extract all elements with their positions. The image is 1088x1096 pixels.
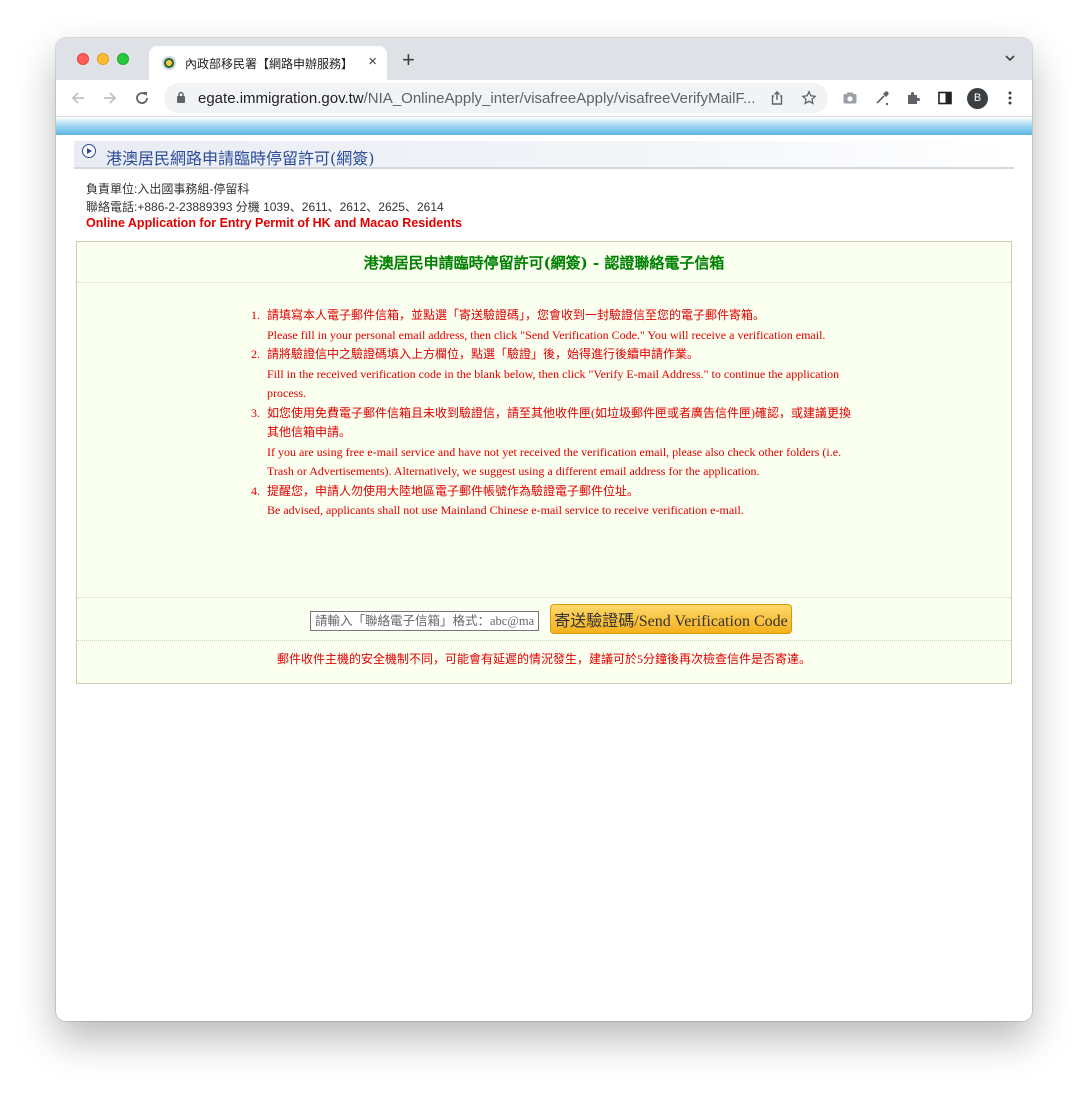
tab-bar: 內政部移民署【網路申辦服務】 × +: [56, 38, 1032, 80]
arrow-right-circle-icon: [82, 144, 96, 158]
instruction-item: 4. 提醒您，申請人勿使用大陸地區電子郵件帳號作為驗證電子郵件位址。 Be ad…: [251, 482, 851, 521]
site-favicon-icon: [162, 56, 176, 70]
browser-tab[interactable]: 內政部移民署【網路申辦服務】 ×: [149, 46, 387, 80]
instruction-number: 4.: [251, 483, 260, 498]
email-input-row: 寄送驗證碼/Send Verification Code: [77, 597, 1011, 641]
back-arrow-icon[interactable]: [68, 88, 88, 108]
email-input[interactable]: [310, 611, 539, 631]
instruction-number: 1.: [251, 308, 260, 322]
instruction-en: Fill in the received verification code i…: [267, 366, 840, 401]
lock-icon[interactable]: [176, 91, 186, 104]
instruction-item: 2. 請將驗證信中之驗證碼填入上方欄位，點選「驗證」後，始得進行後續申請作業。 …: [251, 345, 851, 404]
instruction-zh: 如您使用免費電子郵件信箱且未收到驗證信，請至其他收件匣(如垃圾郵件匣或者廣告信件…: [267, 405, 851, 440]
send-verification-code-button[interactable]: 寄送驗證碼/Send Verification Code: [550, 604, 792, 634]
instruction-zh: 請填寫本人電子郵件信箱，並點選「寄送驗證碼」，您會收到一封驗證信至您的電子郵件寄…: [267, 308, 766, 322]
chevron-down-icon[interactable]: [1004, 52, 1016, 64]
side-panel-icon[interactable]: [937, 90, 953, 106]
page-title: 港澳居民網路申請臨時停留許可(網簽): [106, 149, 375, 168]
bookmark-star-icon[interactable]: [801, 90, 817, 106]
url-path: /NIA_OnlineApply_inter/visafreeApply/vis…: [363, 90, 756, 107]
instruction-number: 3.: [251, 405, 260, 420]
english-title: Online Application for Entry Permit of H…: [86, 216, 462, 230]
instruction-item: 3. 如您使用免費電子郵件信箱且未收到驗證信，請至其他收件匣(如垃圾郵件匣或者廣…: [251, 404, 851, 482]
instruction-en: Please fill in your personal email addre…: [267, 327, 826, 342]
reload-icon[interactable]: [132, 88, 152, 108]
contact-phone: 聯絡電話:+886-2-23889393 分機 1039、2611、2612、2…: [86, 200, 444, 214]
tab-close-icon[interactable]: ×: [368, 53, 377, 71]
url-text: egate.immigration.gov.tw/NIA_OnlineApply…: [198, 90, 755, 107]
instruction-item: 1. 請填寫本人電子郵件信箱，並點選「寄送驗證碼」，您會收到一封驗證信至您的電子…: [251, 306, 851, 345]
close-window-button[interactable]: [77, 53, 89, 65]
url-host: egate.immigration.gov.tw: [198, 90, 364, 107]
camera-icon[interactable]: [842, 90, 858, 106]
share-icon[interactable]: [769, 90, 785, 106]
tab-title: 內政部移民署【網路申辦服務】: [185, 57, 354, 71]
instruction-en: Be advised, applicants shall not use Mai…: [267, 503, 744, 517]
new-tab-button[interactable]: +: [402, 49, 415, 71]
page-title-bar: 港澳居民網路申請臨時停留許可(網簽): [74, 141, 1014, 169]
maximize-window-button[interactable]: [117, 53, 129, 65]
page-viewport: 港澳居民網路申請臨時停留許可(網簽) 負責單位:入出國事務組-停留科 聯絡電話:…: [56, 117, 1032, 1021]
address-bar[interactable]: egate.immigration.gov.tw/NIA_OnlineApply…: [164, 83, 828, 113]
panel-title: 港澳居民申請臨時停留許可(網簽) - 認證聯絡電子信箱: [363, 254, 725, 272]
instruction-number: 2.: [251, 347, 260, 361]
instruction-zh: 請將驗證信中之驗證碼填入上方欄位，點選「驗證」後，始得進行後續申請作業。: [267, 347, 700, 361]
extensions-puzzle-icon[interactable]: [905, 90, 921, 106]
browser-toolbar: egate.immigration.gov.tw/NIA_OnlineApply…: [56, 80, 1032, 117]
panel-header: 港澳居民申請臨時停留許可(網簽) - 認證聯絡電子信箱: [77, 242, 1011, 283]
header-band: [56, 117, 1032, 135]
instruction-zh: 提醒您，申請人勿使用大陸地區電子郵件帳號作為驗證電子郵件位址。: [267, 483, 640, 498]
instructions-list: 1. 請填寫本人電子郵件信箱，並點選「寄送驗證碼」，您會收到一封驗證信至您的電子…: [251, 306, 851, 521]
browser-window: 內政部移民署【網路申辦服務】 × + egate.immigration.gov…: [56, 38, 1032, 1021]
eyedropper-icon[interactable]: [874, 90, 890, 106]
minimize-window-button[interactable]: [97, 53, 109, 65]
delivery-delay-notice: 郵件收件主機的安全機制不同，可能會有延遲的情況發生，建議可於5分鐘後再次檢查信件…: [276, 652, 811, 666]
profile-avatar[interactable]: B: [967, 88, 988, 109]
responsible-department: 負責單位:入出國事務組-停留科: [86, 182, 250, 196]
verification-panel: 港澳居民申請臨時停留許可(網簽) - 認證聯絡電子信箱 1. 請填寫本人電子郵件…: [76, 241, 1012, 684]
forward-arrow-icon[interactable]: [100, 88, 120, 108]
instruction-en: If you are using free e-mail service and…: [267, 444, 842, 479]
more-menu-icon[interactable]: [1002, 90, 1018, 106]
